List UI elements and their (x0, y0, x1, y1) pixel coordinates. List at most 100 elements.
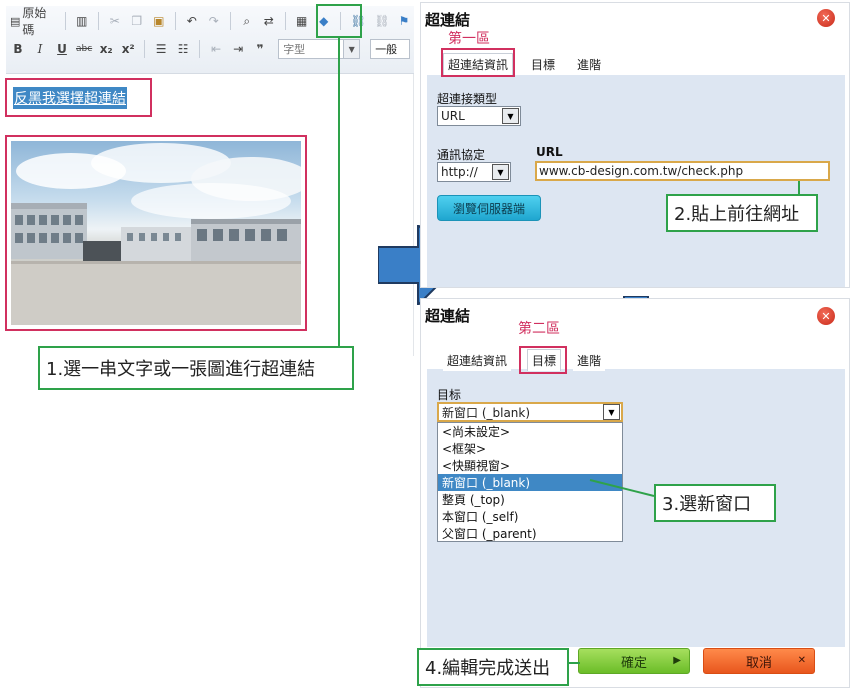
blockquote-button[interactable]: ❞ (250, 38, 270, 60)
step2-callout: 2.貼上前往網址 (666, 194, 818, 232)
url-input[interactable]: www.cb-design.com.tw/check.php (535, 161, 830, 181)
zone1-label: 第一區 (448, 31, 490, 47)
close-icon[interactable]: ✕ (817, 9, 835, 27)
target-option[interactable]: <快顯視窗> (438, 457, 622, 474)
numbered-list-icon: ☰ (155, 42, 167, 56)
copy-button[interactable]: ❐ (127, 10, 147, 32)
step1-callout: 1.選一串文字或一張圖進行超連結 (38, 346, 354, 390)
anchor-button[interactable]: ⚑ (394, 10, 414, 32)
dialog-title: 超連結 (425, 307, 471, 325)
tab-advanced[interactable]: 進階 (573, 349, 606, 371)
find-button[interactable]: ⌕ (237, 10, 257, 32)
zone1-highlight (441, 48, 515, 77)
chevron-down-icon: ▼ (492, 164, 509, 180)
target-select[interactable]: 新窗口 (_blank) ▼ (437, 402, 623, 422)
indent-button[interactable]: ⇥ (228, 38, 248, 60)
undo-icon: ↶ (186, 14, 197, 28)
subscript-button[interactable]: x₂ (96, 38, 116, 60)
url-value: www.cb-design.com.tw/check.php (539, 164, 744, 178)
step4-callout: 4.編輯完成送出 (417, 648, 569, 686)
step1-text: 1.選一串文字或一張圖進行超連結 (46, 359, 316, 380)
link-type-label: 超連接類型 (437, 92, 498, 106)
factory-photo-drawing (11, 143, 301, 325)
cut-icon: ✂ (109, 14, 120, 28)
size-combo-value: 一般 (375, 43, 398, 56)
factory-photo[interactable] (11, 141, 301, 325)
chevron-down-icon: ▼ (603, 404, 620, 420)
font-combo[interactable]: 字型 ▼ (278, 39, 361, 59)
protocol-select[interactable]: http:// ▼ (437, 162, 511, 182)
target-option[interactable]: 本窗口 (_self) (438, 508, 622, 525)
paste-button[interactable]: ▣ (149, 10, 169, 32)
numbered-list-button[interactable]: ☰ (151, 38, 171, 60)
target-option[interactable]: <框架> (438, 440, 622, 457)
indent-icon: ⇥ (233, 42, 244, 56)
tab-link-info[interactable]: 超連結資訊 (443, 349, 512, 371)
step2-text: 2.貼上前往網址 (674, 204, 800, 225)
close-icon[interactable]: ✕ (817, 307, 835, 325)
undo-button[interactable]: ↶ (182, 10, 202, 32)
toolbar-separator (64, 12, 66, 30)
selected-text-highlight: 反黑我選擇超連結 (5, 78, 152, 117)
selected-image-highlight (5, 135, 307, 331)
step3-text: 3.選新窗口 (662, 494, 752, 515)
target-value: 新窗口 (_blank) (442, 405, 531, 420)
link-type-select[interactable]: URL ▼ (437, 106, 521, 126)
target-option[interactable]: <尚未設定> (438, 423, 622, 440)
italic-button[interactable]: I (30, 38, 50, 60)
chevron-down-icon: ▼ (502, 108, 519, 124)
chevron-down-icon: ▼ (343, 40, 360, 58)
replace-button[interactable]: ⇄ (259, 10, 279, 32)
ok-button[interactable]: 確定 ▶ (578, 648, 690, 674)
strike-button[interactable]: abc (74, 38, 94, 60)
step3-callout: 3.選新窗口 (654, 484, 776, 522)
arrow-right-small-icon: ▶ (673, 655, 681, 666)
browse-server-button[interactable]: 瀏覽伺服器端 (437, 195, 541, 221)
target-option[interactable]: 父窗口 (_parent) (438, 525, 622, 542)
select-all-button[interactable]: ▦ (292, 10, 312, 32)
unlink-icon: ⛓ (374, 14, 390, 28)
zone2-highlight (519, 346, 567, 374)
redo-icon: ↷ (208, 14, 219, 28)
outdent-button[interactable]: ⇤ (206, 38, 226, 60)
superscript-button[interactable]: x² (118, 38, 138, 60)
anchor-icon: ⚑ (398, 14, 410, 28)
target-label: 目标 (437, 388, 462, 402)
step1-connector-line (338, 38, 340, 346)
document-icon: ▤ (10, 14, 21, 28)
outdent-icon: ⇤ (211, 42, 222, 56)
underline-button[interactable]: U (52, 38, 72, 60)
toolbar-separator (284, 12, 286, 30)
bulleted-list-button[interactable]: ☷ (173, 38, 193, 60)
copy-icon: ❐ (131, 14, 143, 28)
source-button[interactable]: ▤ 原始碼 (8, 6, 59, 37)
template-button[interactable]: ▥ (72, 10, 92, 32)
bold-button[interactable]: B (8, 38, 28, 60)
paste-icon: ▣ (153, 14, 165, 28)
ok-label: 確定 (620, 655, 647, 671)
template-icon: ▥ (76, 14, 88, 28)
dialog-title: 超連結 (425, 11, 471, 29)
step4-connector-line (568, 662, 580, 664)
font-combo-value: 字型 (283, 43, 306, 56)
toolbar-separator (97, 12, 99, 30)
replace-icon: ⇄ (263, 14, 274, 28)
link-button-highlight (316, 4, 362, 38)
size-combo[interactable]: 一般 (370, 39, 411, 59)
toolbar-separator (144, 40, 146, 58)
unlink-button[interactable]: ⛓ (372, 10, 392, 32)
redo-button[interactable]: ↷ (204, 10, 224, 32)
select-all-icon: ▦ (296, 14, 308, 28)
close-small-icon: ✕ (797, 655, 806, 666)
tab-target[interactable]: 目標 (527, 53, 560, 75)
find-icon: ⌕ (243, 13, 251, 28)
toolbar-separator (174, 12, 176, 30)
cancel-button[interactable]: 取消 ✕ (703, 648, 815, 674)
cut-button[interactable]: ✂ (105, 10, 125, 32)
selected-link-text[interactable]: 反黑我選擇超連結 (13, 86, 127, 109)
zone2-label: 第二區 (518, 321, 560, 337)
bulleted-list-icon: ☷ (177, 42, 189, 56)
step3-connector-line (589, 479, 655, 497)
link-type-value: URL (441, 109, 465, 123)
tab-advanced[interactable]: 進階 (573, 53, 606, 75)
